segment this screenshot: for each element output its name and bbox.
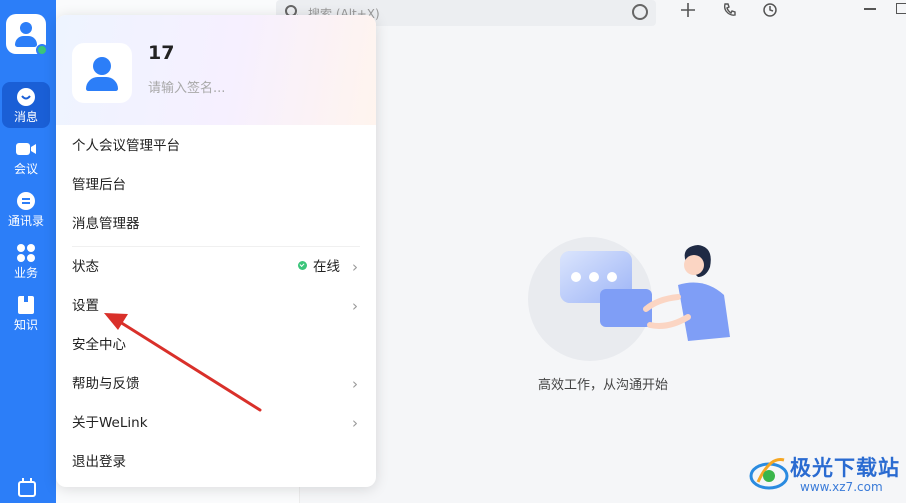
- menu-item-status[interactable]: 状态 在线 ›: [56, 249, 376, 285]
- plus-icon[interactable]: [678, 2, 698, 22]
- avatar-body-shape: [86, 77, 118, 91]
- nav-item-meetings[interactable]: 会议: [2, 134, 50, 180]
- book-icon: [15, 295, 37, 315]
- chat-bubble-icon: [15, 87, 37, 107]
- video-camera-icon: [15, 139, 37, 159]
- nav-item-messages[interactable]: 消息: [2, 82, 50, 128]
- history-icon[interactable]: [760, 2, 780, 22]
- avatar-head-shape: [93, 57, 111, 75]
- avatar-body-shape: [15, 36, 37, 47]
- menu-label: 管理后台: [72, 177, 126, 193]
- menu-label: 状态: [72, 259, 99, 275]
- watermark-url: www.xz7.com: [800, 480, 883, 494]
- menu-item-security-center[interactable]: 安全中心: [56, 327, 376, 363]
- menu-item-message-manager[interactable]: 消息管理器: [56, 206, 376, 242]
- contacts-icon: [15, 191, 37, 211]
- online-badge: [36, 44, 48, 56]
- nav-label: 消息: [13, 110, 38, 124]
- nav-item-business[interactable]: 业务: [2, 238, 50, 284]
- menu-label: 个人会议管理平台: [72, 138, 180, 154]
- menu-item-logout[interactable]: 退出登录: [56, 444, 376, 480]
- watermark-brand: 极光下载站: [790, 456, 900, 480]
- chevron-right-icon: ›: [352, 258, 358, 276]
- apps-grid-icon: [15, 243, 37, 263]
- profile-avatar[interactable]: [72, 43, 132, 103]
- nav-item-knowledge[interactable]: 知识: [2, 290, 50, 336]
- menu-item-settings[interactable]: 设置 ›: [56, 288, 376, 324]
- empty-state-illustration: [528, 237, 730, 361]
- signature-input[interactable]: 请输入签名...: [148, 77, 225, 96]
- calendar-icon[interactable]: [18, 478, 36, 497]
- menu-label: 退出登录: [72, 454, 126, 470]
- online-check-icon: [298, 261, 307, 270]
- empty-state-text: 高效工作，从沟通开始: [537, 378, 668, 393]
- nav-label: 知识: [13, 318, 38, 332]
- nav-label: 业务: [13, 266, 38, 280]
- phone-call-icon[interactable]: [720, 2, 740, 22]
- status-value: 在线: [298, 249, 340, 285]
- chevron-right-icon: ›: [352, 414, 358, 432]
- profile-name: 17: [148, 42, 175, 64]
- watermark-logo-icon: [749, 457, 789, 490]
- menu-item-about[interactable]: 关于WeLink ›: [56, 405, 376, 441]
- menu-item-help-feedback[interactable]: 帮助与反馈 ›: [56, 366, 376, 402]
- user-avatar[interactable]: [6, 14, 48, 56]
- menu-label: 安全中心: [72, 337, 126, 353]
- avatar-head-shape: [20, 22, 32, 34]
- main-panel: 高效工作，从沟通开始: [300, 32, 906, 503]
- menu-divider: [72, 246, 360, 247]
- menu-label: 设置: [72, 298, 99, 314]
- chevron-right-icon: ›: [352, 375, 358, 393]
- nav-label: 通讯录: [7, 214, 44, 228]
- assistant-icon[interactable]: [632, 4, 648, 20]
- status-text: 在线: [313, 259, 340, 275]
- menu-item-personal-meeting[interactable]: 个人会议管理平台: [56, 128, 376, 164]
- maximize-window-icon[interactable]: [896, 3, 906, 14]
- profile-menu-popup: 17 请输入签名... 个人会议管理平台 管理后台 消息管理器 状态 在线 › …: [56, 15, 376, 487]
- chevron-right-icon: ›: [352, 297, 358, 315]
- nav-label: 会议: [13, 162, 38, 176]
- menu-label: 消息管理器: [72, 216, 140, 232]
- nav-item-contacts[interactable]: 通讯录: [2, 186, 50, 232]
- minimize-window-icon[interactable]: [864, 8, 876, 10]
- menu-label: 帮助与反馈: [72, 376, 140, 392]
- menu-item-admin-backend[interactable]: 管理后台: [56, 167, 376, 203]
- nav-rail: 消息 会议 通讯录 业务 知识: [0, 0, 56, 503]
- menu-label: 关于WeLink: [72, 415, 148, 431]
